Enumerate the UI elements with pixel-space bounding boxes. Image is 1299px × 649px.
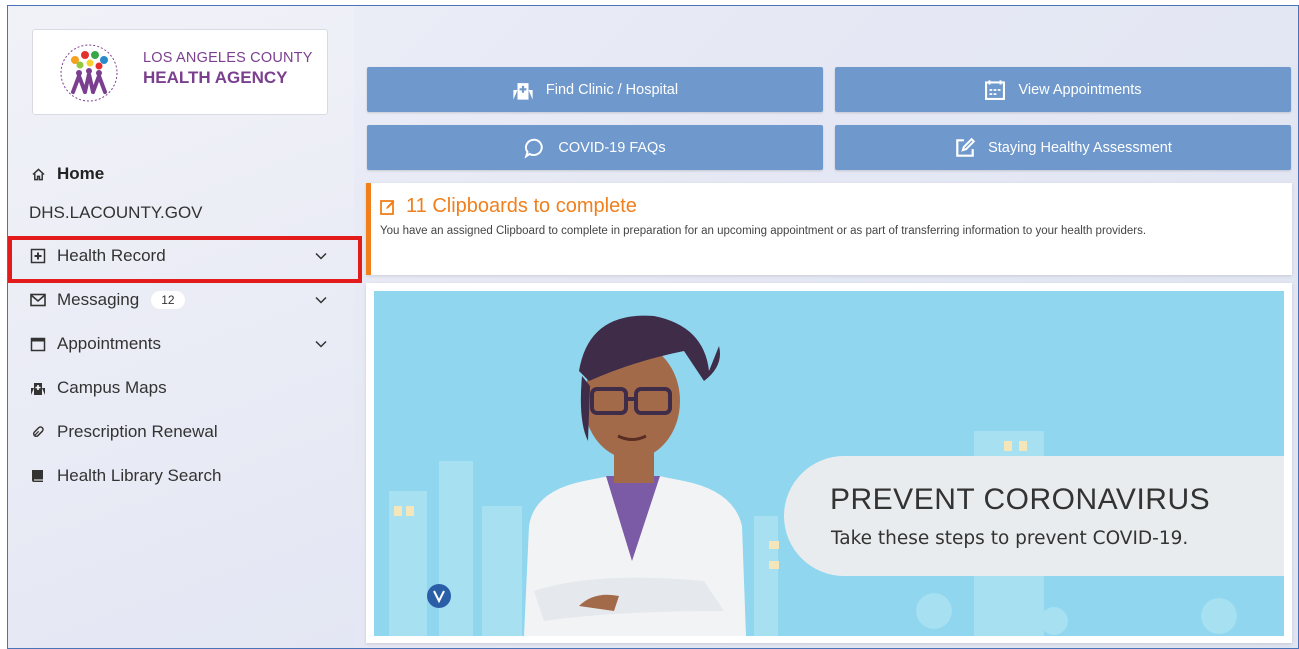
hospital-building-icon xyxy=(512,79,534,101)
sidebar-item-health-library-search[interactable]: Health Library Search xyxy=(8,454,354,498)
calendar-icon xyxy=(984,79,1006,101)
button-label: Find Clinic / Hospital xyxy=(545,81,679,98)
edit-pencil-icon xyxy=(380,199,395,215)
sidebar-item-messaging[interactable]: Messaging 12 xyxy=(8,278,354,322)
chevron-down-icon[interactable] xyxy=(314,337,328,351)
edit-pencil-icon xyxy=(954,137,976,159)
sidebar-item-label: DHS.LACOUNTY.GOV xyxy=(29,203,203,222)
clipboard-alert[interactable]: 11 Clipboards to complete You have an as… xyxy=(366,183,1292,275)
envelope-icon xyxy=(29,291,47,309)
pill-icon xyxy=(29,423,47,441)
sidebar-item-label: Health Record xyxy=(57,246,166,265)
app-frame: LOS ANGELES COUNTY HEALTH AGENCY Home DH… xyxy=(7,5,1299,649)
view-appointments-button[interactable]: View Appointments xyxy=(835,67,1291,112)
banner-subtitle: Take these steps to prevent COVID-19. xyxy=(831,528,1189,549)
sidebar: LOS ANGELES COUNTY HEALTH AGENCY Home DH… xyxy=(8,6,362,648)
hospital-building-icon xyxy=(29,379,47,397)
sidebar-item-prescription-renewal[interactable]: Prescription Renewal xyxy=(8,410,354,454)
agency-logo[interactable]: LOS ANGELES COUNTY HEALTH AGENCY xyxy=(32,29,328,115)
banner-title: PREVENT CORONAVIRUS xyxy=(830,483,1211,516)
sidebar-item-health-record[interactable]: Health Record xyxy=(8,234,354,278)
tree-of-people-logo-icon xyxy=(60,44,118,102)
sidebar-nav: Home DHS.LACOUNTY.GOV Health Record Mess… xyxy=(8,156,354,498)
sidebar-item-label: Campus Maps xyxy=(57,378,167,397)
covid-faqs-button[interactable]: COVID-19 FAQs xyxy=(367,125,823,170)
sidebar-item-label: Messaging xyxy=(57,290,140,309)
chat-bubble-icon xyxy=(524,137,546,159)
sidebar-item-appointments[interactable]: Appointments xyxy=(8,322,354,366)
calendar-icon xyxy=(29,335,47,353)
clipboard-alert-title[interactable]: 11 Clipboards to complete xyxy=(380,195,637,218)
medical-record-icon xyxy=(29,247,47,265)
clipboard-alert-description: You have an assigned Clipboard to comple… xyxy=(380,225,1147,237)
button-label: COVID-19 FAQs xyxy=(558,139,666,156)
sidebar-item-home[interactable]: Home xyxy=(8,156,354,192)
button-label: Staying Healthy Assessment xyxy=(988,139,1172,156)
sidebar-item-label: Appointments xyxy=(57,334,161,353)
prevent-coronavirus-banner[interactable]: PREVENT CORONAVIRUS Take these steps to … xyxy=(374,291,1284,636)
doctor-illustration xyxy=(374,291,1284,636)
staying-healthy-assessment-button[interactable]: Staying Healthy Assessment xyxy=(835,125,1291,170)
find-clinic-button[interactable]: Find Clinic / Hospital xyxy=(367,67,823,112)
clipboard-alert-title-text: 11 Clipboards to complete xyxy=(406,195,637,217)
logo-line2: HEALTH AGENCY xyxy=(143,68,288,87)
sidebar-item-campus-maps[interactable]: Campus Maps xyxy=(8,366,354,410)
logo-line1: LOS ANGELES COUNTY xyxy=(143,50,313,66)
chevron-down-icon[interactable] xyxy=(314,249,328,263)
sidebar-item-site-link[interactable]: DHS.LACOUNTY.GOV xyxy=(8,192,354,234)
unread-count-badge: 12 xyxy=(151,291,185,309)
chevron-down-icon[interactable] xyxy=(314,293,328,307)
book-icon xyxy=(29,467,47,485)
covid-banner-card: PREVENT CORONAVIRUS Take these steps to … xyxy=(366,283,1292,643)
main-content: Find Clinic / Hospital View Appointments… xyxy=(354,6,1298,648)
sidebar-item-label: Prescription Renewal xyxy=(57,422,218,441)
sidebar-item-label: Home xyxy=(57,164,105,183)
home-icon xyxy=(29,165,47,183)
button-label: View Appointments xyxy=(1018,81,1142,98)
sidebar-item-label: Health Library Search xyxy=(57,466,222,485)
